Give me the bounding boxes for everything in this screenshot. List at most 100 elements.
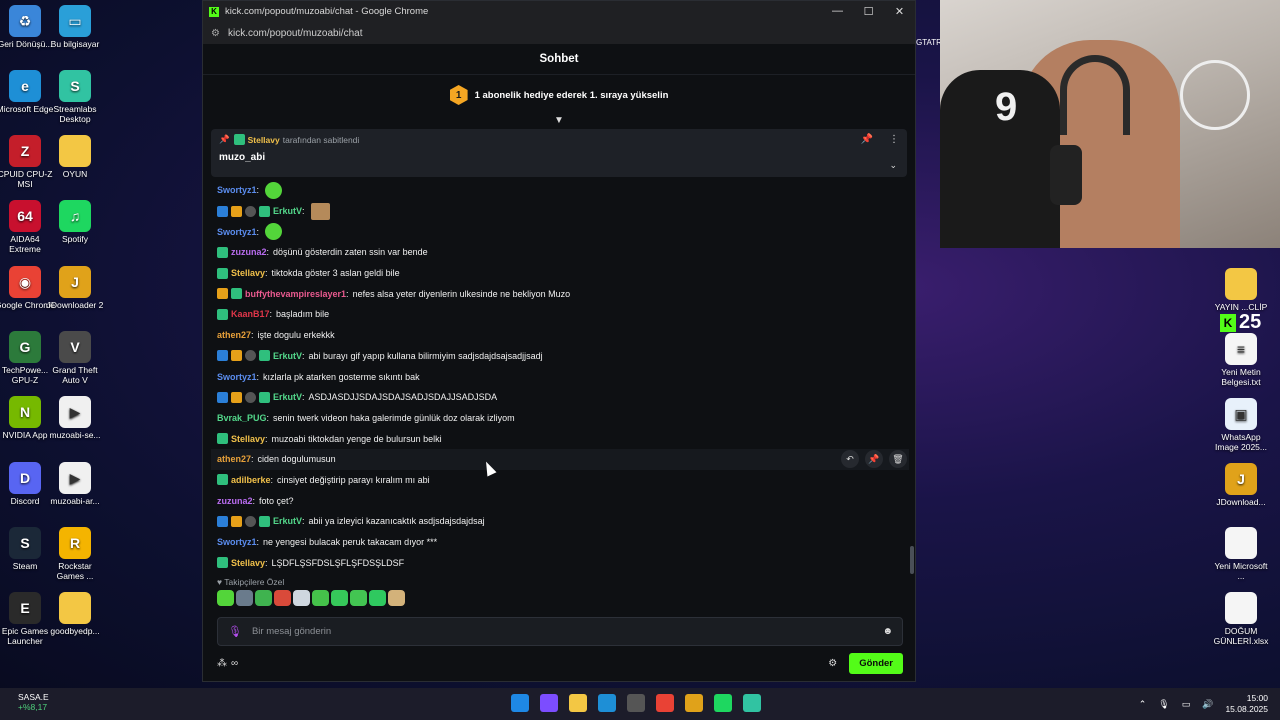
chat-username[interactable]: KaanB17: [231, 309, 270, 319]
chat-message[interactable]: KaanB17: başladım bile: [217, 304, 907, 325]
og-badge-icon[interactable]: [245, 515, 256, 527]
address-bar[interactable]: ⚙ kick.com/popout/muzoabi/chat: [203, 22, 915, 44]
desktop-right-icon[interactable]: ▣ WhatsApp Image 2025...: [1211, 398, 1271, 453]
spotify-icon[interactable]: [714, 694, 732, 712]
sub-badge-icon[interactable]: [217, 433, 228, 445]
chevron-up-icon[interactable]: ⌃: [1139, 699, 1147, 710]
site-settings-icon[interactable]: ⚙: [211, 28, 220, 39]
og-badge-icon[interactable]: [245, 205, 256, 217]
chat-message[interactable]: Swortyz1:: [217, 180, 907, 201]
emote-icon[interactable]: [369, 590, 386, 607]
sub-badge-icon[interactable]: [259, 350, 270, 362]
unpin-icon[interactable]: 📌: [861, 134, 873, 145]
desktop-right-icon[interactable]: YAYIN ...CLİP: [1211, 268, 1271, 313]
chat-username[interactable]: Stellavy: [231, 558, 265, 568]
emote-icon[interactable]: [331, 590, 348, 607]
desktop-right-icon[interactable]: Yeni Microsoft ...: [1211, 527, 1271, 582]
pinned-message[interactable]: 📌 Stellavy tarafından sabitlendi muzo_ab…: [211, 129, 907, 177]
send-button[interactable]: Gönder: [849, 652, 903, 674]
chat-username[interactable]: Bvrak_PUG: [217, 413, 267, 423]
emote-icon[interactable]: [274, 590, 291, 607]
delete-icon[interactable]: 🗑: [889, 450, 907, 469]
vip-badge-icon[interactable]: [217, 288, 228, 300]
chat-message[interactable]: Stellavy: muzoabi tiktokdan yenge de bulu…: [217, 428, 907, 449]
mod-badge-icon[interactable]: [217, 391, 228, 403]
chat-message[interactable]: ErkutV: abii ya izleyici kazanıcaktık asd…: [217, 511, 907, 532]
desktop-right-icon[interactable]: ≡ Yeni Metin Belgesi.txt: [1211, 333, 1271, 388]
stock-widget[interactable]: SASA.E +%8,17: [18, 692, 49, 712]
chat-username[interactable]: ErkutV: [273, 351, 302, 361]
chat-username[interactable]: adilberke: [231, 475, 271, 485]
chat-message[interactable]: Bvrak_PUG: senin twerk videon haka galeri…: [217, 408, 907, 429]
clock[interactable]: 15:00 15.08.2025: [1225, 693, 1268, 715]
chat-username[interactable]: Stellavy: [231, 434, 265, 444]
chat-message[interactable]: Swortyz1:: [217, 221, 907, 242]
emote-icon[interactable]: [310, 202, 330, 220]
copilot-icon[interactable]: [540, 694, 558, 712]
more-options-icon[interactable]: ⋮: [889, 134, 899, 145]
mic-tray-icon[interactable]: 🎙: [1158, 699, 1169, 710]
chat-message[interactable]: athen27: işte dogulu erkekkk: [217, 325, 907, 346]
points-icon[interactable]: ⁂: [217, 658, 227, 669]
desktop-icon[interactable]: OYUN: [45, 135, 105, 180]
chat-username[interactable]: Swortyz1: [217, 185, 257, 195]
streamlabs-icon[interactable]: [743, 694, 761, 712]
store-icon[interactable]: [627, 694, 645, 712]
mod-badge-icon[interactable]: [217, 350, 228, 362]
sub-badge-icon[interactable]: [217, 308, 228, 320]
chat-message[interactable]: Swortyz1: ne yengesi bulacak peruk takaca…: [217, 532, 907, 553]
sub-badge-icon[interactable]: [217, 267, 228, 279]
chat-message[interactable]: athen27: ciden dogulumusun ↶ 📌 🗑: [211, 448, 909, 470]
desktop-icon[interactable]: ▶ muzoabi-se...: [45, 396, 105, 441]
sub-badge-icon[interactable]: [259, 205, 270, 217]
pin-message-icon[interactable]: 📌: [865, 450, 883, 469]
emote-icon[interactable]: [312, 590, 329, 607]
mod-badge-icon[interactable]: [217, 515, 228, 527]
emote-icon[interactable]: [350, 590, 367, 607]
chat-username[interactable]: ErkutV: [273, 516, 302, 526]
chat-username[interactable]: Swortyz1: [217, 372, 257, 382]
volume-icon[interactable]: 🔊: [1202, 699, 1213, 710]
desktop-right-icon[interactable]: J JDownload...: [1211, 463, 1271, 508]
file-explorer-icon[interactable]: [569, 694, 587, 712]
chat-message[interactable]: ErkutV:: [217, 201, 907, 222]
vip-badge-icon[interactable]: [231, 515, 242, 527]
emote-icon[interactable]: [388, 590, 405, 607]
desktop-icon[interactable]: S Streamlabs Desktop: [45, 70, 105, 125]
chat-message[interactable]: adilberke: cinsiyet değiştirip parayı kır…: [217, 470, 907, 491]
sub-badge-icon[interactable]: [217, 474, 228, 486]
chat-username[interactable]: athen27: [217, 454, 251, 464]
sub-badge-icon[interactable]: [217, 557, 228, 569]
chat-message[interactable]: zuzuna2: döşünü gösterdin zaten ssin var …: [217, 242, 907, 263]
chat-username[interactable]: buffythevampireslayer1: [245, 289, 346, 299]
network-icon[interactable]: ▭: [1182, 699, 1191, 710]
desktop-icon[interactable]: goodbyedp...: [45, 592, 105, 637]
sub-badge-icon[interactable]: [231, 288, 242, 300]
emote-icon[interactable]: [265, 181, 283, 199]
scrollbar[interactable]: [910, 546, 914, 574]
desktop-icon[interactable]: R Rockstar Games ...: [45, 527, 105, 582]
chat-message[interactable]: Stellavy: LŞDFLŞSFDSLŞFLŞFDSŞLDSF: [217, 552, 907, 573]
desktop-right-icon[interactable]: DOĞUM GÜNLERİ.xlsx: [1211, 592, 1271, 647]
chat-username[interactable]: athen27: [217, 330, 251, 340]
url-text[interactable]: kick.com/popout/muzoabi/chat: [228, 28, 363, 39]
vip-badge-icon[interactable]: [231, 205, 242, 217]
vip-badge-icon[interactable]: [231, 350, 242, 362]
chat-message[interactable]: zuzuna2: foto çet?: [217, 490, 907, 511]
minimize-button[interactable]: —: [822, 5, 853, 18]
mod-badge-icon[interactable]: [217, 205, 228, 217]
desktop-icon[interactable]: ▶ muzoabi-ar...: [45, 462, 105, 507]
chat-username[interactable]: Swortyz1: [217, 227, 257, 237]
edge-icon[interactable]: [598, 694, 616, 712]
chrome-icon[interactable]: [656, 694, 674, 712]
reply-icon[interactable]: ↶: [841, 450, 859, 469]
chat-username[interactable]: Stellavy: [231, 268, 265, 278]
emote-icon[interactable]: [217, 590, 234, 607]
sub-badge-icon[interactable]: [259, 391, 270, 403]
desktop-icon[interactable]: J JDownloader 2: [45, 266, 105, 311]
maximize-button[interactable]: ☐: [853, 5, 884, 18]
chat-username[interactable]: Swortyz1: [217, 537, 257, 547]
chat-username[interactable]: ErkutV: [273, 392, 302, 402]
chat-message[interactable]: ErkutV: abi burayı gif yapıp kullana bili…: [217, 346, 907, 367]
rockstar-icon[interactable]: [685, 694, 703, 712]
